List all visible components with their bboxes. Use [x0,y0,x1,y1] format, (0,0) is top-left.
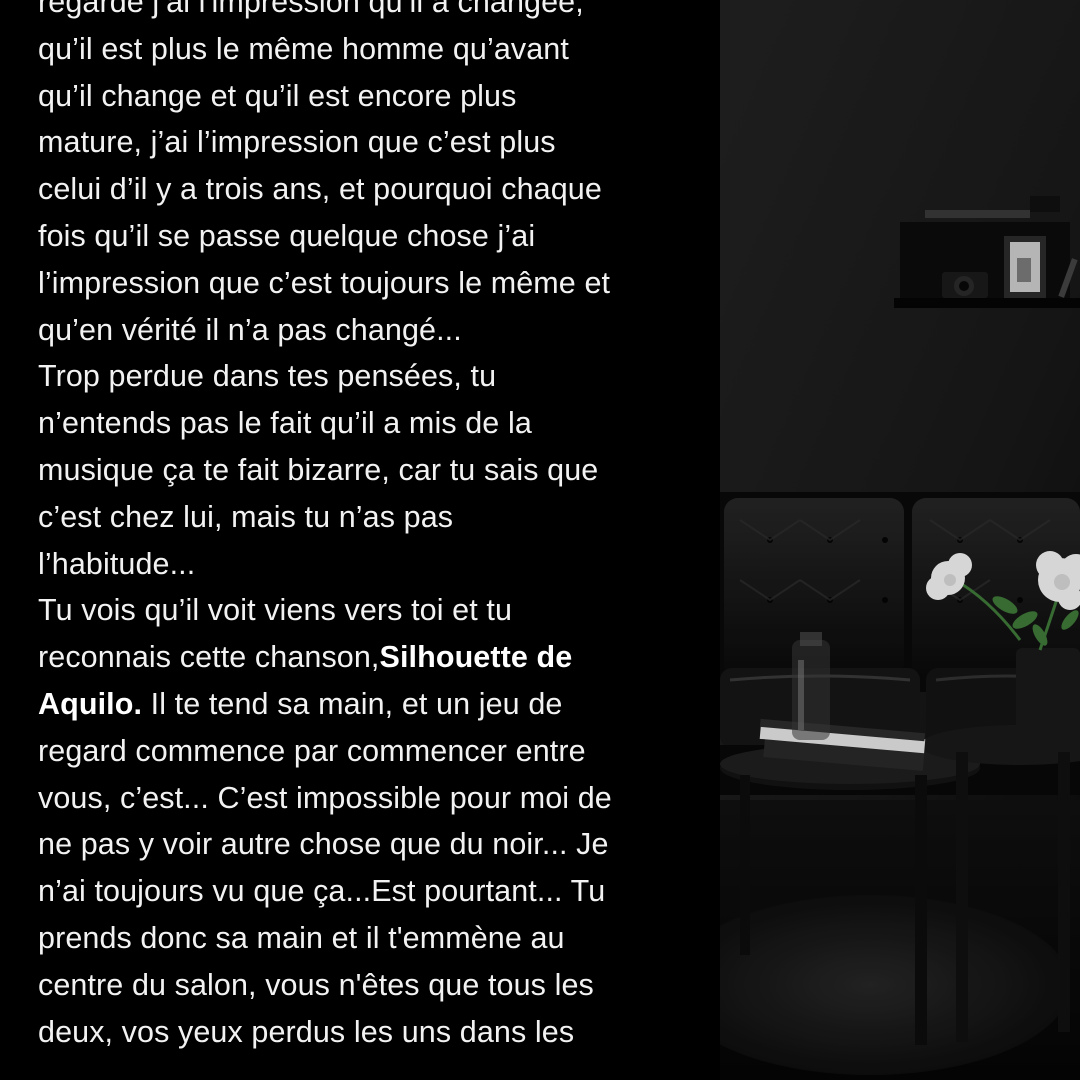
story-line: Trop perdue dans tes pensées, tu [38,359,497,394]
story-line: Tu vois qu’il voit viens vers toi et tu [38,593,513,628]
story-line: Aquilo. Il te tend sa main, et un jeu de [38,681,713,728]
story-line: l’habitude... [38,546,196,581]
story-line: qu’il est plus le même homme qu’avant [38,31,569,66]
story-line: n’ai toujours vu que ça...Est pourtant..… [38,874,606,909]
story-line: reconnais cette chanson,Silhouette de [38,634,713,681]
story-page: regarde j’ai l'impression qu’il a changé… [0,0,1080,1080]
story-text: regarde j’ai l'impression qu’il a changé… [38,0,713,1055]
story-line-text: Il te tend sa main, et un jeu de [142,686,563,721]
story-line: ne pas y voir autre chose que du noir...… [38,827,609,862]
story-line: regarde j’ai l'impression qu’il a changé… [38,0,584,19]
story-line: musique ça te fait bizarre, car tu sais … [38,452,599,487]
story-line: deux, vos yeux perdus les uns dans les [38,1014,575,1049]
story-line: celui d’il y a trois ans, et pourquoi ch… [38,172,602,207]
song-title: Aquilo. [38,686,143,721]
song-title: Silhouette de [379,640,573,675]
story-line-text: reconnais cette chanson, [38,640,380,675]
story-text-panel: regarde j’ai l'impression qu’il a changé… [0,0,720,1080]
story-line: c’est chez lui, mais tu n’as pas [38,499,454,534]
story-line: regard commence par commencer entre [38,733,586,768]
living-room-photo [720,0,1080,1080]
story-line: qu’il change et qu’il est encore plus [38,78,517,113]
story-line: fois qu’il se passe quelque chose j’ai [38,218,536,253]
story-line: mature, j’ai l’impression que c’est plus [38,125,556,160]
story-line: vous, c’est... C’est impossible pour moi… [38,780,612,815]
story-line: prends donc sa main et il t'emmène au [38,920,565,955]
story-line: centre du salon, vous n'êtes que tous le… [38,967,594,1002]
story-line: l’impression que c’est toujours le même … [38,265,611,300]
story-line: qu’en vérité il n’a pas changé... [38,312,462,347]
living-room-illustration [720,0,1080,1080]
story-line: n’entends pas le fait qu’il a mis de la [38,406,532,441]
